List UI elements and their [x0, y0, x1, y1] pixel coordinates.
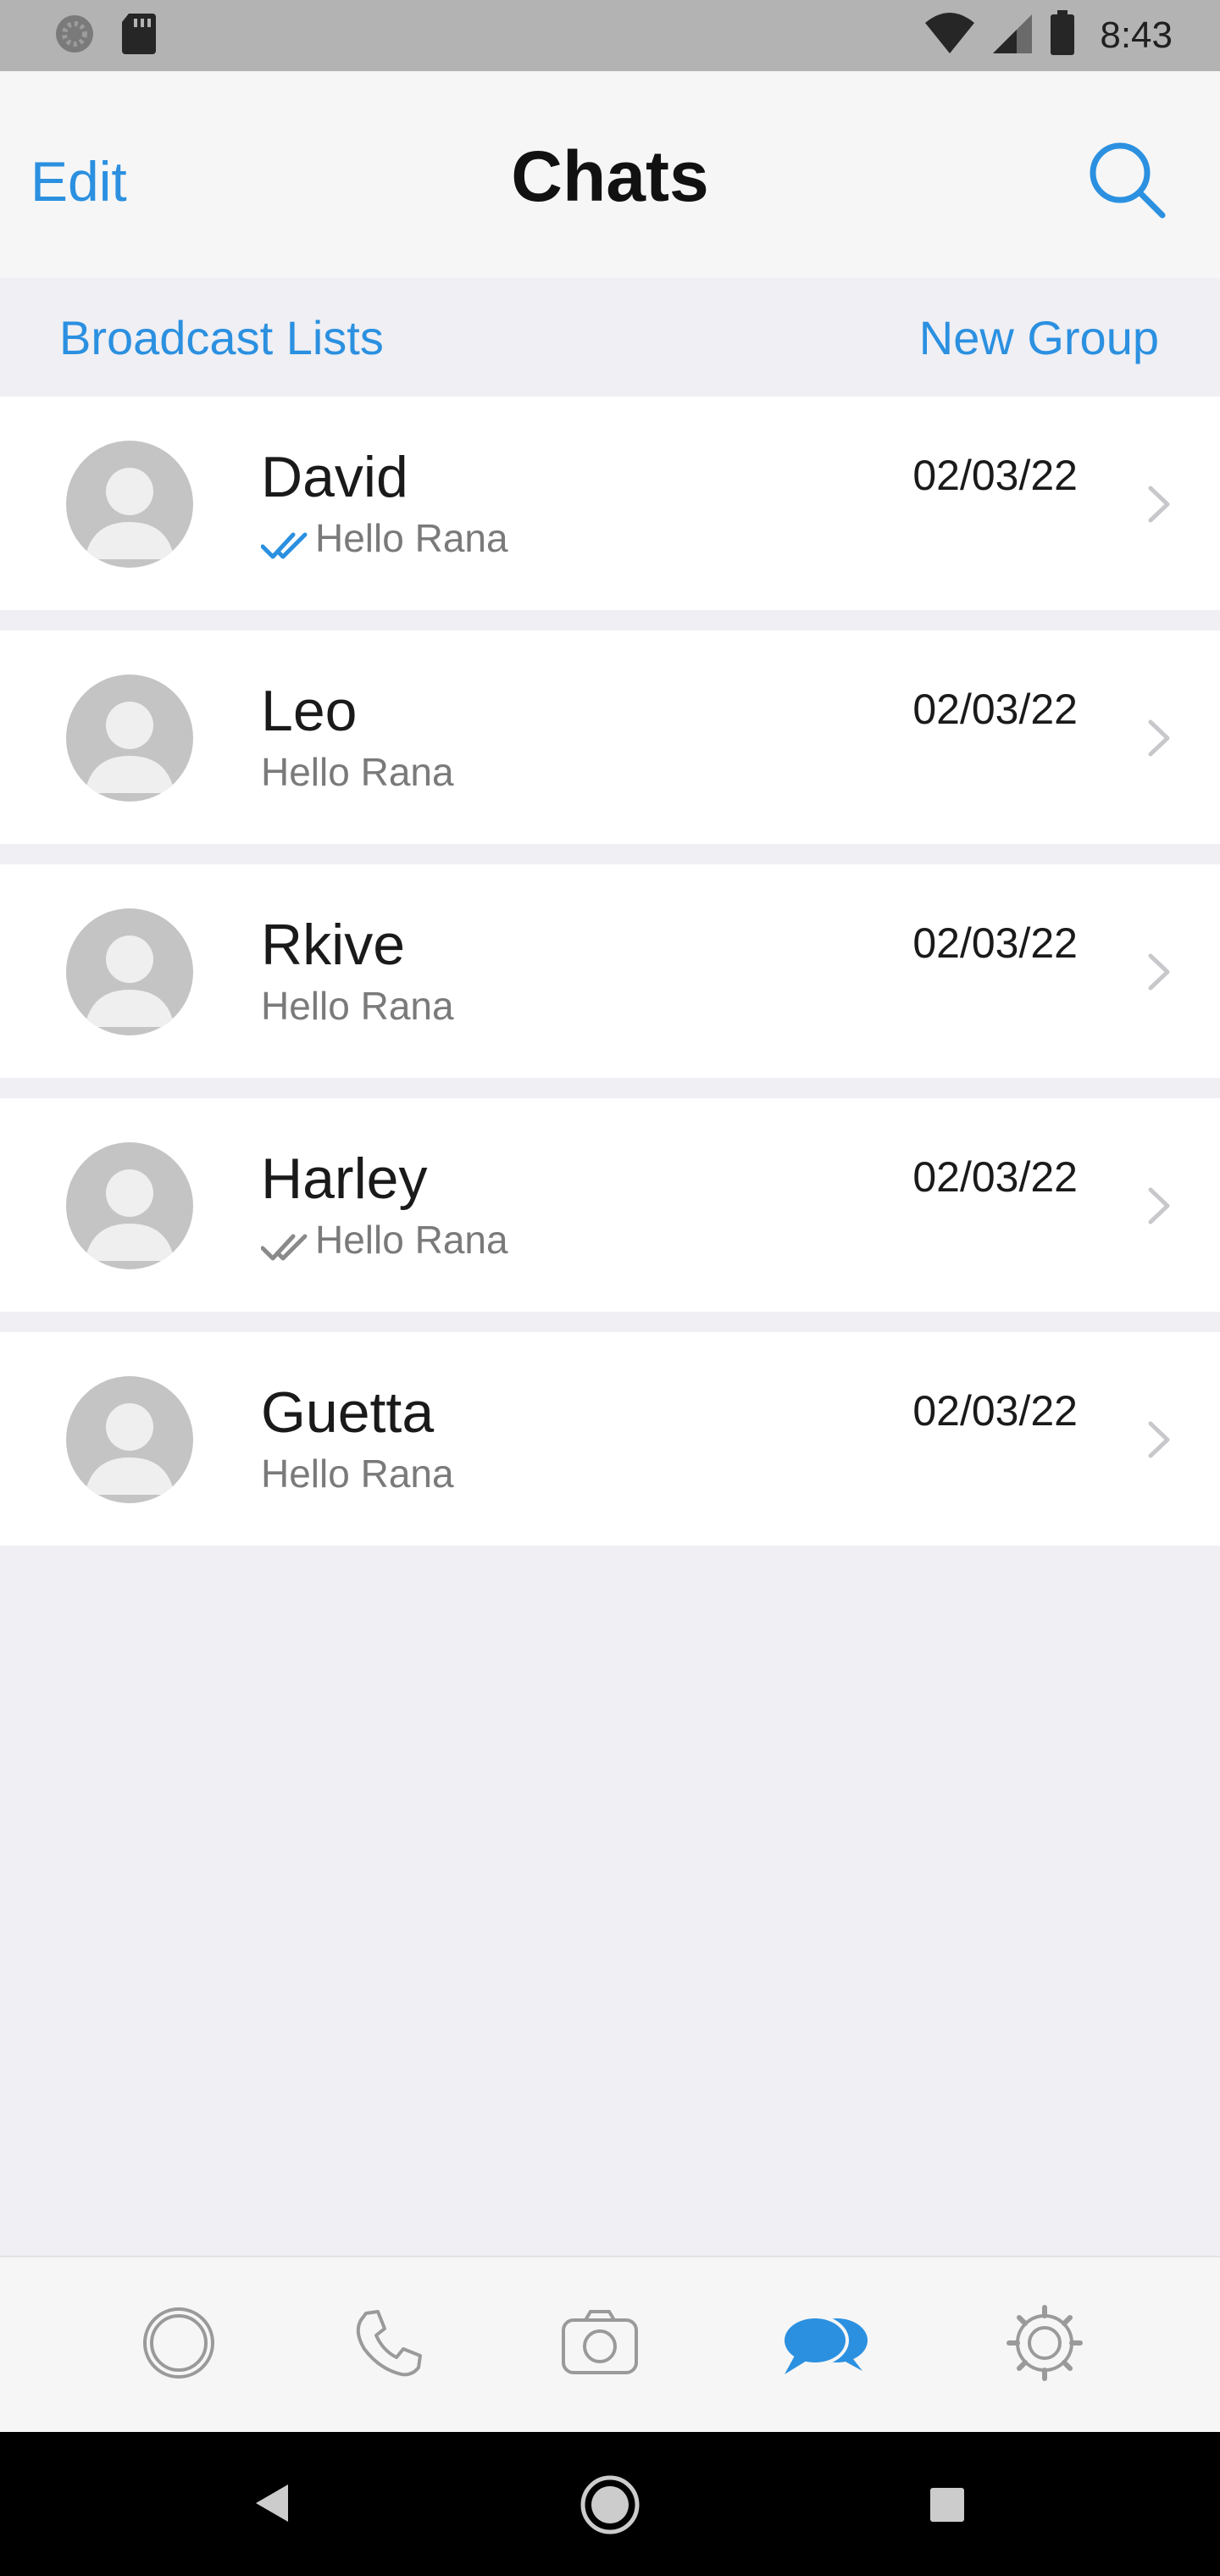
chat-date: 02/03/22: [912, 919, 1078, 967]
chat-row[interactable]: Harley Hello Rana 02/03/22: [0, 1098, 1220, 1312]
read-receipt-icon: [260, 524, 313, 559]
avatar: [66, 908, 193, 1035]
wifi-icon: [923, 11, 976, 59]
tab-bar: [0, 2256, 1220, 2432]
chat-name: Guetta: [261, 1380, 435, 1445]
search-icon: [1090, 142, 1166, 219]
chat-date: 02/03/22: [912, 686, 1078, 733]
chevron-right-icon: [1142, 1418, 1176, 1461]
broadcast-lists-button[interactable]: Broadcast Lists: [59, 310, 384, 365]
chevron-right-icon: [1142, 951, 1176, 993]
navigation-header: Edit Chats: [0, 71, 1220, 278]
new-group-button[interactable]: New Group: [919, 310, 1159, 365]
avatar: [66, 675, 193, 802]
chats-icon: [781, 2315, 868, 2374]
avatar: [66, 1376, 193, 1503]
delivered-receipt-icon: [260, 1225, 313, 1261]
tab-status[interactable]: [132, 2296, 225, 2390]
subheader: Broadcast Lists New Group: [0, 278, 1220, 397]
tab-chats[interactable]: [774, 2296, 868, 2390]
chat-preview: Hello Rana: [260, 515, 508, 561]
signal-icon: [991, 11, 1034, 59]
home-button[interactable]: [580, 2474, 640, 2540]
chat-preview: Hello Rana: [260, 1217, 508, 1263]
chat-preview-text: Hello Rana: [315, 1218, 508, 1262]
avatar: [66, 1142, 193, 1269]
chat-list: David Hello Rana 02/03/22 Leo Hello Rana 02/0…: [0, 397, 1220, 1566]
home-icon: [580, 2475, 640, 2534]
chat-row[interactable]: David Hello Rana 02/03/22: [0, 397, 1220, 610]
chat-preview-text: Hello Rana: [315, 516, 508, 560]
chat-row[interactable]: Rkive Hello Rana 02/03/22: [0, 864, 1220, 1078]
chat-name: Harley: [261, 1146, 428, 1211]
avatar: [66, 441, 193, 568]
back-button[interactable]: [251, 2481, 291, 2529]
chat-preview-text: Hello Rana: [261, 984, 454, 1028]
system-navigation-bar: [0, 2432, 1220, 2576]
status-time: 8:43: [1100, 14, 1173, 56]
tab-settings[interactable]: [998, 2296, 1091, 2390]
recents-icon: [930, 2488, 964, 2522]
chat-date: 02/03/22: [912, 1387, 1078, 1435]
chevron-right-icon: [1142, 717, 1176, 759]
chat-preview: Hello Rana: [261, 1451, 454, 1496]
chevron-right-icon: [1142, 1185, 1176, 1227]
phone-icon: [356, 2310, 422, 2377]
page-title: Chats: [511, 136, 709, 216]
battery-icon: [1049, 10, 1076, 60]
search-button[interactable]: [1084, 137, 1169, 222]
chat-name: Rkive: [261, 913, 406, 977]
chat-row[interactable]: Guetta Hello Rana 02/03/22: [0, 1332, 1220, 1546]
chat-preview-text: Hello Rana: [261, 750, 454, 794]
loading-icon: [53, 12, 97, 60]
recents-button[interactable]: [929, 2486, 966, 2528]
chat-name: Leo: [261, 679, 358, 743]
status-icon: [143, 2307, 214, 2379]
chat-preview: Hello Rana: [261, 983, 454, 1029]
chat-date: 02/03/22: [912, 452, 1078, 499]
chat-name: David: [261, 445, 408, 509]
chat-row[interactable]: Leo Hello Rana 02/03/22: [0, 630, 1220, 844]
settings-icon: [1006, 2305, 1083, 2381]
camera-icon: [562, 2310, 638, 2374]
tab-camera[interactable]: [553, 2296, 646, 2390]
tab-calls[interactable]: [342, 2296, 435, 2390]
chat-preview-text: Hello Rana: [261, 1452, 454, 1496]
back-icon: [256, 2484, 288, 2522]
chat-date: 02/03/22: [912, 1153, 1078, 1201]
chat-preview: Hello Rana: [261, 749, 454, 795]
chevron-right-icon: [1142, 483, 1176, 525]
sd-card-icon: [120, 12, 158, 60]
status-bar: 8:43: [0, 0, 1220, 71]
